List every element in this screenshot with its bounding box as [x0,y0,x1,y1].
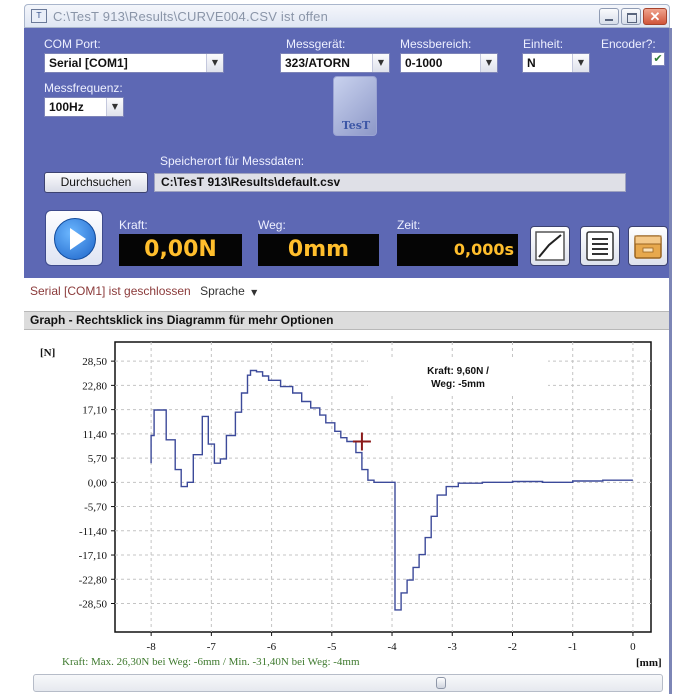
einheit-select[interactable]: N ▼ [522,53,590,73]
y-tick-label: -5,70 [84,502,107,514]
close-button[interactable]: ✕ [643,8,667,25]
checkmark-icon: ✔ [653,52,663,65]
x-tick-label: -2 [508,641,517,653]
x-tick-label: -5 [327,641,337,653]
table-view-button[interactable] [580,226,620,266]
weg-label: Weg: [258,218,286,232]
messfrequenz-select[interactable]: 100Hz ▼ [44,97,124,117]
com-port-value: Serial [COM1] [49,56,128,70]
test-logo: TesT [333,76,377,136]
messbereich-select[interactable]: 0-1000 ▼ [400,53,498,73]
x-tick-label: 0 [630,641,636,653]
y-tick-label: -28,50 [79,599,108,611]
graph-view-button[interactable] [530,226,570,266]
minimize-button[interactable] [599,8,619,25]
x-tick-label: -6 [267,641,277,653]
chevron-down-icon: ▼ [572,54,589,72]
browse-button[interactable]: Durchsuchen [44,172,148,193]
einheit-label: Einheit: [523,37,564,51]
start-measurement-button[interactable] [45,210,103,266]
status-row: Serial [COM1] ist geschlossen Sprache ▼ [30,284,257,298]
messfrequenz-value: 100Hz [49,100,84,114]
language-menu[interactable]: Sprache [200,284,245,298]
messfrequenz-label: Messfrequenz: [44,81,123,95]
y-tick-label: -17,10 [79,550,108,562]
x-tick-label: -3 [448,641,458,653]
y-tick-label: -11,40 [79,526,108,538]
archive-box-icon [634,235,662,259]
title-bar[interactable]: T C:\TesT 913\Results\CURVE004.CSV ist o… [24,4,670,28]
x-tick-label: -7 [207,641,217,653]
messbereich-label: Messbereich: [400,37,472,51]
zeit-display: 0,000s [397,234,518,266]
chevron-down-icon: ▼ [480,54,497,72]
chevron-down-icon: ▼ [106,98,123,116]
annotation-line: Weg: -5mm [431,379,485,390]
y-tick-label: 11,40 [83,429,108,441]
chevron-down-icon: ▼ [206,54,223,72]
graph-stats: Kraft: Max. 26,30N bei Weg: -6mm / Min. … [62,656,360,668]
com-port-label: COM Port: [44,37,101,51]
maximize-button[interactable] [621,8,641,25]
kraft-label: Kraft: [119,218,148,232]
encoder-label: Encoder?: [601,37,656,51]
list-icon [586,231,614,261]
com-port-select[interactable]: Serial [COM1] ▼ [44,53,224,73]
y-tick-label: 0,00 [88,477,108,489]
chevron-down-icon[interactable]: ▼ [251,288,257,297]
y-tick-label: -22,80 [79,574,108,586]
window-title: C:\TesT 913\Results\CURVE004.CSV ist off… [53,9,329,24]
annotation-line: Kraft: 9,60N / [427,366,489,377]
y-tick-label: 5,70 [88,453,108,465]
scroll-thumb[interactable] [436,677,446,689]
storage-path-field[interactable]: C:\TesT 913\Results\default.csv [154,173,626,192]
y-tick-label: 17,10 [82,405,107,417]
app-window: T C:\TesT 913\Results\CURVE004.CSV ist o… [0,0,700,700]
y-tick-label: 28,50 [82,356,107,368]
encoder-checkbox[interactable]: ✔ [651,52,665,66]
horizontal-scrollbar[interactable] [33,674,663,692]
x-tick-label: -1 [568,641,577,653]
zeit-label: Zeit: [397,218,421,232]
graph-header: Graph - Rechtsklick ins Diagramm für meh… [24,311,670,330]
storage-label: Speicherort für Messdaten: [160,154,305,168]
line-graph-icon [535,231,565,261]
einheit-value: N [527,56,536,70]
y-axis-label: [N] [40,347,55,359]
force-displacement-chart[interactable]: 28,50 22,80 17,10 11,40 5,70 0,00 -5,70 -11,40 -… [24,330,670,670]
messbereich-value: 0-1000 [405,56,443,70]
close-icon: ✕ [649,9,661,24]
x-tick-label: -8 [147,641,157,653]
x-tick-label: -4 [387,641,397,653]
app-icon: T [31,9,47,23]
archive-button[interactable] [628,226,668,266]
kraft-display: 0,00N [119,234,242,266]
messgeraet-select[interactable]: 323/ATORN ▼ [280,53,390,73]
connection-status: Serial [COM1] ist geschlossen [30,284,191,298]
messgeraet-value: 323/ATORN [285,56,350,70]
x-axis-label: [mm] [636,657,662,669]
graph-area[interactable]: 28,50 22,80 17,10 11,40 5,70 0,00 -5,70 -11,40 -… [24,330,670,670]
window-border [669,28,672,694]
weg-display: 0mm [258,234,379,266]
settings-panel: COM Port: Serial [COM1] ▼ Messgerät: 323… [24,28,670,278]
messgeraet-label: Messgerät: [286,37,346,51]
chevron-down-icon: ▼ [372,54,389,72]
y-tick-label: 22,80 [82,380,107,392]
